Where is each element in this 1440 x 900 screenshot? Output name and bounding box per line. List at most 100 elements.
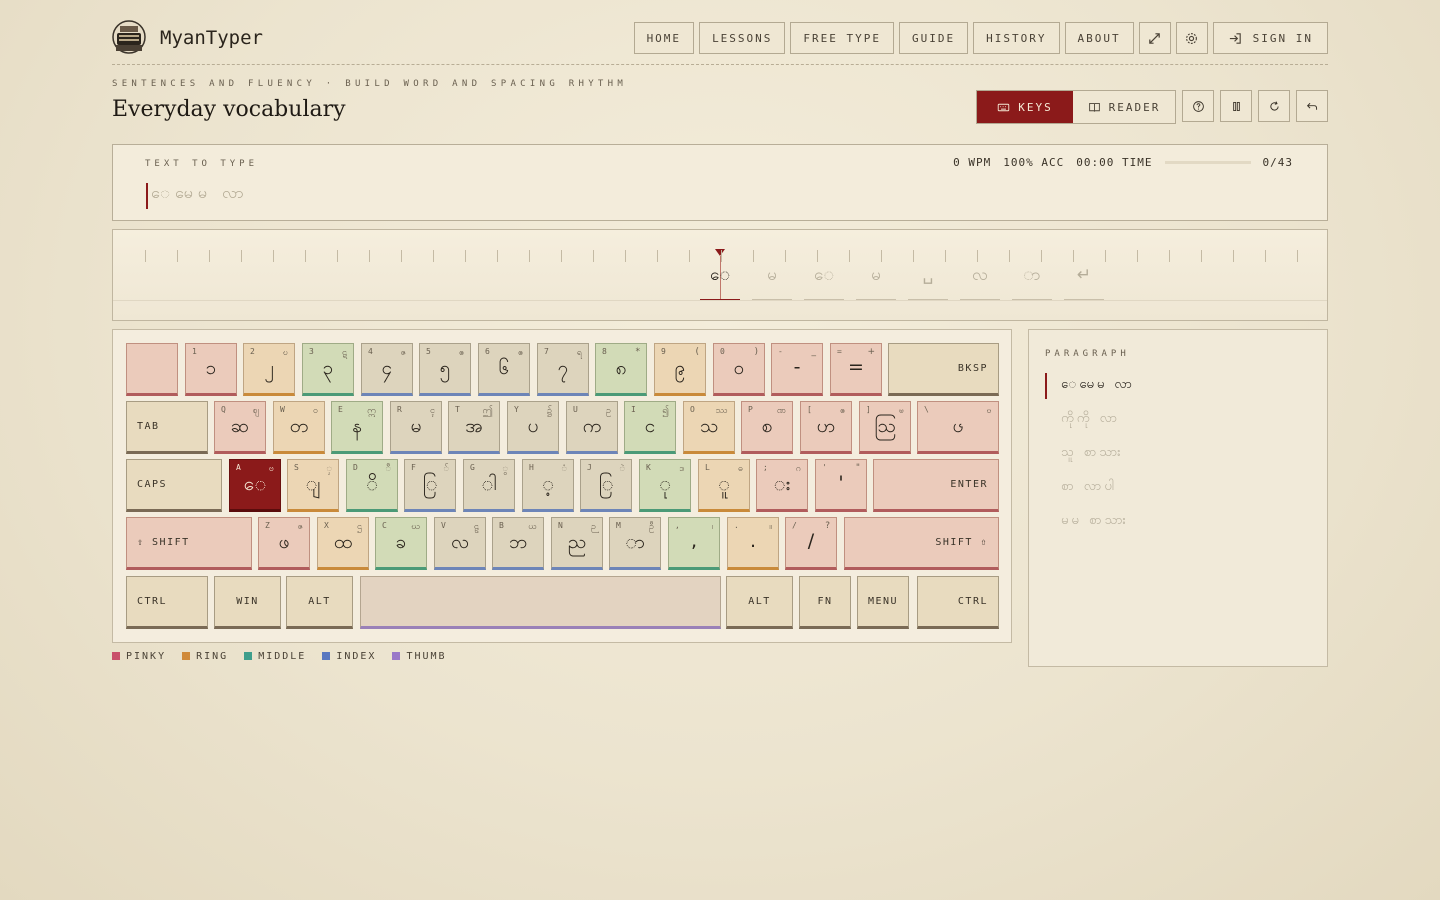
pause-button[interactable] bbox=[1220, 90, 1252, 122]
key-ctrl[interactable]: CTRL bbox=[126, 576, 208, 629]
key-F[interactable]: F်ြ bbox=[404, 459, 456, 512]
key-W[interactable]: Wဝတ bbox=[273, 401, 325, 454]
key-myanmar-glyph: စ bbox=[761, 415, 773, 437]
paragraph-line[interactable]: သူ စာသား bbox=[1061, 444, 1124, 463]
key-Q[interactable]: Qဈဆ bbox=[214, 401, 266, 454]
key-U[interactable]: Uဥက bbox=[566, 401, 618, 454]
key-alt[interactable]: ALT bbox=[286, 576, 353, 629]
undo-button[interactable] bbox=[1296, 90, 1328, 122]
key-myanmar-glyph: င bbox=[644, 415, 656, 437]
key-T[interactable]: Tဤအ bbox=[448, 401, 500, 454]
key-S[interactable]: Sှျ bbox=[287, 459, 339, 512]
key-V[interactable]: Vဠလ bbox=[434, 517, 486, 570]
key-I[interactable]: I ၍င bbox=[624, 401, 676, 454]
nav-home[interactable]: HOME bbox=[633, 22, 695, 54]
key--[interactable]: - _ - bbox=[771, 343, 823, 396]
key-alt[interactable]: ALT bbox=[726, 576, 793, 629]
character-stream: ေ မေ မ ␣ လာ ↵ bbox=[112, 229, 1328, 321]
view-toggle: KEYS READER bbox=[976, 90, 1176, 124]
key-8[interactable]: 8 * ၈ bbox=[595, 343, 647, 396]
text-to-type-panel[interactable]: TEXT TO TYPE 0 WPM 100% ACC 00:00 TIME 0… bbox=[112, 144, 1328, 221]
key-ctrl[interactable]: CTRL bbox=[917, 576, 999, 629]
key-0[interactable]: 0) ၀ bbox=[713, 343, 765, 396]
key-C[interactable]: Cဃခ bbox=[375, 517, 427, 570]
key-4[interactable]: 4ဇ၄ bbox=[361, 343, 413, 396]
key-7[interactable]: 7ရ၇ bbox=[537, 343, 589, 396]
key-E[interactable]: Eဣန bbox=[331, 401, 383, 454]
ruler-tick bbox=[1233, 250, 1234, 262]
key-L[interactable]: L ဓူ bbox=[698, 459, 750, 512]
key-qwerty-label: R bbox=[397, 405, 402, 414]
key-X[interactable]: Xဌထ bbox=[317, 517, 369, 570]
key-B[interactable]: Bယဘ bbox=[492, 517, 544, 570]
key-][interactable]: ] ၑဩ bbox=[859, 401, 911, 454]
key-Z[interactable]: Zဇဖ bbox=[258, 517, 310, 570]
legend-label: INDEX bbox=[336, 651, 377, 662]
key-3[interactable]: 3ဋ၃ bbox=[302, 343, 354, 396]
key-P[interactable]: Pဏစ bbox=[741, 401, 793, 454]
paragraph-line[interactable]: ကိုကို လာ bbox=[1061, 410, 1120, 429]
key-tab[interactable]: TAB bbox=[126, 401, 208, 454]
sign-in-button[interactable]: SIGN IN bbox=[1212, 22, 1328, 54]
key-Y[interactable]: Y ၌ပ bbox=[507, 401, 559, 454]
key-caps[interactable]: CAPS bbox=[126, 459, 222, 512]
key-A[interactable]: A ဗေ bbox=[229, 459, 281, 512]
key-.[interactable]: . ။. bbox=[727, 517, 779, 570]
key-2[interactable]: 2ဎ၂ bbox=[243, 343, 295, 396]
nav-free-type[interactable]: FREE TYPE bbox=[790, 22, 895, 54]
key-'[interactable]: ' " ' bbox=[815, 459, 867, 512]
key-myanmar-glyph: ြ bbox=[598, 473, 614, 495]
key-O[interactable]: Oဿသ bbox=[683, 401, 735, 454]
text-to-type-label: TEXT TO TYPE bbox=[145, 159, 259, 169]
key-enter[interactable]: ENTER bbox=[873, 459, 999, 512]
nav-lessons[interactable]: LESSONS bbox=[699, 22, 786, 54]
key-/[interactable]: /? / bbox=[785, 517, 837, 570]
key-H[interactable]: Hံ့ bbox=[522, 459, 574, 512]
key-qwerty-label: V bbox=[441, 521, 446, 530]
help-button[interactable] bbox=[1182, 90, 1214, 122]
nav-history[interactable]: HISTORY bbox=[973, 22, 1060, 54]
key-K[interactable]: K ဒု bbox=[639, 459, 691, 512]
key-[[interactable]: [ဧဟ bbox=[800, 401, 852, 454]
key-=[interactable]: = + = bbox=[830, 343, 882, 396]
key-5[interactable]: 5ဧ၅ bbox=[419, 343, 471, 396]
paragraph-line[interactable]: စာ လာပါ bbox=[1061, 478, 1117, 497]
ruler-tick bbox=[209, 250, 210, 262]
key-bksp[interactable]: BKSP bbox=[888, 343, 999, 396]
key-1[interactable]: 1၁ bbox=[185, 343, 237, 396]
key-\[interactable]: \ ၓၒ bbox=[917, 401, 999, 454]
paragraph-line[interactable]: ေမေမ လာ bbox=[1061, 376, 1135, 395]
ruler-tick bbox=[529, 250, 530, 262]
settings-button[interactable] bbox=[1175, 22, 1208, 54]
key-R[interactable]: Rၚမ bbox=[390, 401, 442, 454]
key-G[interactable]: Gွါ bbox=[463, 459, 515, 512]
key-6[interactable]: 6ဧ၆ bbox=[478, 343, 530, 396]
ruler-tick bbox=[273, 250, 274, 262]
key-win[interactable]: WIN bbox=[214, 576, 281, 629]
key-,[interactable]: , ၊, bbox=[668, 517, 720, 570]
nav-about[interactable]: ABOUT bbox=[1064, 22, 1134, 54]
key-space[interactable] bbox=[126, 343, 178, 396]
key-space[interactable] bbox=[360, 576, 721, 629]
restart-button[interactable] bbox=[1258, 90, 1290, 122]
paragraph-line[interactable]: မမ စာသား bbox=[1061, 512, 1129, 531]
key-D[interactable]: Dီိ bbox=[346, 459, 398, 512]
key-qwerty-label: 4 bbox=[368, 347, 373, 356]
key-myanmar-glyph: ေ bbox=[243, 473, 267, 495]
nav-guide[interactable]: GUIDE bbox=[899, 22, 969, 54]
keys-view-button[interactable]: KEYS bbox=[977, 91, 1073, 123]
key-9[interactable]: 9(၉ bbox=[654, 343, 706, 396]
key-N[interactable]: Nဉည bbox=[551, 517, 603, 570]
key-;[interactable]: ; ဂး bbox=[756, 459, 808, 512]
key-shift[interactable]: ⇧ SHIFT bbox=[126, 517, 252, 570]
key-M[interactable]: M ဦာ bbox=[609, 517, 661, 570]
key-menu[interactable]: MENU bbox=[857, 576, 909, 629]
fullscreen-button[interactable] bbox=[1138, 22, 1171, 54]
key-fn[interactable]: FN bbox=[799, 576, 851, 629]
brand[interactable]: MyanTyper bbox=[112, 20, 263, 56]
paragraph-active-marker bbox=[1045, 373, 1047, 399]
key-shift[interactable]: SHIFT ⇧ bbox=[844, 517, 999, 570]
key-J[interactable]: Jဲြ bbox=[580, 459, 632, 512]
reader-view-button[interactable]: READER bbox=[1073, 91, 1175, 123]
key-qwerty-label: A bbox=[236, 463, 241, 472]
